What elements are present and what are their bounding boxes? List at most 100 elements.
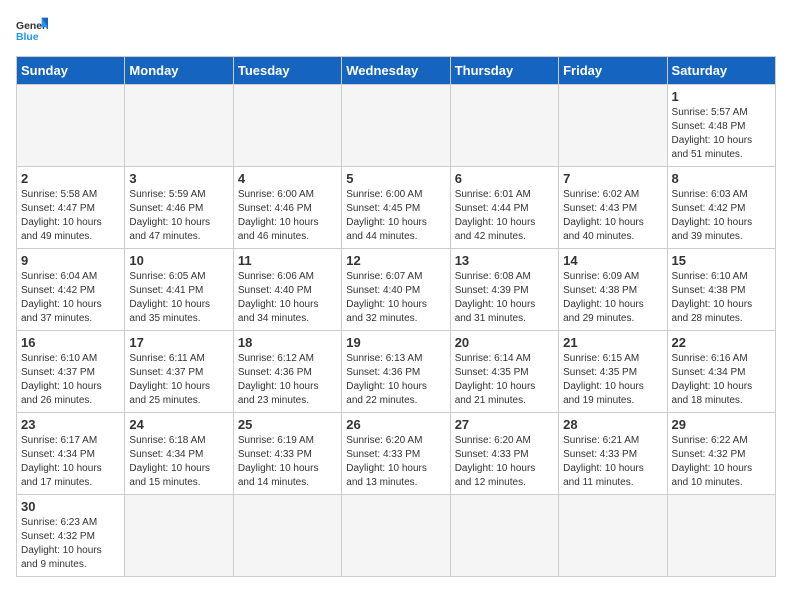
calendar-cell [342, 85, 450, 167]
day-number: 15 [672, 253, 771, 268]
day-number: 9 [21, 253, 120, 268]
calendar-cell: 27 Sunrise: 6:20 AM Sunset: 4:33 PM Dayli… [450, 413, 558, 495]
day-info: Sunrise: 6:19 AM Sunset: 4:33 PM Dayligh… [238, 434, 337, 490]
calendar-cell: 25 Sunrise: 6:19 AM Sunset: 4:33 PM Dayli… [233, 413, 341, 495]
day-number: 5 [346, 171, 445, 186]
calendar-cell [450, 495, 558, 577]
day-info: Sunrise: 6:03 AM Sunset: 4:42 PM Dayligh… [672, 188, 771, 244]
calendar-cell: 7 Sunrise: 6:02 AM Sunset: 4:43 PM Daylig… [559, 167, 667, 249]
calendar-cell: 17 Sunrise: 6:11 AM Sunset: 4:37 PM Dayli… [125, 331, 233, 413]
calendar-cell [233, 495, 341, 577]
calendar-cell: 12 Sunrise: 6:07 AM Sunset: 4:40 PM Dayli… [342, 249, 450, 331]
day-number: 14 [563, 253, 662, 268]
calendar-table: SundayMondayTuesdayWednesdayThursdayFrid… [16, 56, 776, 577]
day-number: 12 [346, 253, 445, 268]
day-info: Sunrise: 6:00 AM Sunset: 4:46 PM Dayligh… [238, 188, 337, 244]
day-info: Sunrise: 6:02 AM Sunset: 4:43 PM Dayligh… [563, 188, 662, 244]
day-info: Sunrise: 6:07 AM Sunset: 4:40 PM Dayligh… [346, 270, 445, 326]
calendar-week-2: 2Sunrise: 5:58 AM Sunset: 4:47 PM Daylig… [17, 167, 776, 249]
day-number: 7 [563, 171, 662, 186]
day-info: Sunrise: 6:20 AM Sunset: 4:33 PM Dayligh… [455, 434, 554, 490]
day-info: Sunrise: 6:10 AM Sunset: 4:38 PM Dayligh… [672, 270, 771, 326]
day-number: 23 [21, 417, 120, 432]
day-info: Sunrise: 6:20 AM Sunset: 4:33 PM Dayligh… [346, 434, 445, 490]
day-headers-row: SundayMondayTuesdayWednesdayThursdayFrid… [17, 57, 776, 85]
day-number: 1 [672, 89, 771, 104]
calendar-cell: 23 Sunrise: 6:17 AM Sunset: 4:34 PM Dayli… [17, 413, 125, 495]
calendar-cell: 22 Sunrise: 6:16 AM Sunset: 4:34 PM Dayli… [667, 331, 775, 413]
logo: General Blue [16, 16, 48, 44]
calendar-cell [125, 495, 233, 577]
day-number: 20 [455, 335, 554, 350]
calendar-week-5: 23 Sunrise: 6:17 AM Sunset: 4:34 PM Dayli… [17, 413, 776, 495]
calendar-cell: 30 Sunrise: 6:23 AM Sunset: 4:32 PM Dayli… [17, 495, 125, 577]
day-header-tuesday: Tuesday [233, 57, 341, 85]
day-number: 21 [563, 335, 662, 350]
day-number: 10 [129, 253, 228, 268]
day-info: Sunrise: 6:18 AM Sunset: 4:34 PM Dayligh… [129, 434, 228, 490]
calendar-cell [17, 85, 125, 167]
day-info: Sunrise: 6:12 AM Sunset: 4:36 PM Dayligh… [238, 352, 337, 408]
day-header-saturday: Saturday [667, 57, 775, 85]
day-number: 3 [129, 171, 228, 186]
day-number: 26 [346, 417, 445, 432]
day-info: Sunrise: 6:21 AM Sunset: 4:33 PM Dayligh… [563, 434, 662, 490]
calendar-week-3: 9Sunrise: 6:04 AM Sunset: 4:42 PM Daylig… [17, 249, 776, 331]
day-number: 25 [238, 417, 337, 432]
day-info: Sunrise: 5:57 AM Sunset: 4:48 PM Dayligh… [672, 106, 771, 162]
day-info: Sunrise: 6:22 AM Sunset: 4:32 PM Dayligh… [672, 434, 771, 490]
calendar-cell: 3Sunrise: 5:59 AM Sunset: 4:46 PM Daylig… [125, 167, 233, 249]
day-number: 8 [672, 171, 771, 186]
calendar-week-4: 16Sunrise: 6:10 AM Sunset: 4:37 PM Dayli… [17, 331, 776, 413]
day-info: Sunrise: 6:10 AM Sunset: 4:37 PM Dayligh… [21, 352, 120, 408]
day-info: Sunrise: 6:17 AM Sunset: 4:34 PM Dayligh… [21, 434, 120, 490]
day-number: 30 [21, 499, 120, 514]
calendar-cell: 14 Sunrise: 6:09 AM Sunset: 4:38 PM Dayli… [559, 249, 667, 331]
calendar-cell [450, 85, 558, 167]
day-header-wednesday: Wednesday [342, 57, 450, 85]
day-number: 29 [672, 417, 771, 432]
calendar-week-1: 1 Sunrise: 5:57 AM Sunset: 4:48 PM Daylig… [17, 85, 776, 167]
day-info: Sunrise: 6:23 AM Sunset: 4:32 PM Dayligh… [21, 516, 120, 572]
calendar-cell: 1 Sunrise: 5:57 AM Sunset: 4:48 PM Daylig… [667, 85, 775, 167]
calendar-cell: 29 Sunrise: 6:22 AM Sunset: 4:32 PM Dayli… [667, 413, 775, 495]
calendar-cell: 18Sunrise: 6:12 AM Sunset: 4:36 PM Dayli… [233, 331, 341, 413]
day-info: Sunrise: 6:11 AM Sunset: 4:37 PM Dayligh… [129, 352, 228, 408]
day-info: Sunrise: 6:15 AM Sunset: 4:35 PM Dayligh… [563, 352, 662, 408]
page-header: General Blue [16, 16, 776, 44]
calendar-cell [667, 495, 775, 577]
calendar-cell: 16Sunrise: 6:10 AM Sunset: 4:37 PM Dayli… [17, 331, 125, 413]
calendar-cell: 13 Sunrise: 6:08 AM Sunset: 4:39 PM Dayli… [450, 249, 558, 331]
day-number: 11 [238, 253, 337, 268]
calendar-cell: 24Sunrise: 6:18 AM Sunset: 4:34 PM Dayli… [125, 413, 233, 495]
day-header-sunday: Sunday [17, 57, 125, 85]
calendar-cell [125, 85, 233, 167]
day-header-friday: Friday [559, 57, 667, 85]
calendar-cell: 20Sunrise: 6:14 AM Sunset: 4:35 PM Dayli… [450, 331, 558, 413]
calendar-cell: 9Sunrise: 6:04 AM Sunset: 4:42 PM Daylig… [17, 249, 125, 331]
day-number: 6 [455, 171, 554, 186]
day-info: Sunrise: 6:09 AM Sunset: 4:38 PM Dayligh… [563, 270, 662, 326]
day-info: Sunrise: 6:05 AM Sunset: 4:41 PM Dayligh… [129, 270, 228, 326]
day-number: 13 [455, 253, 554, 268]
calendar-cell: 11Sunrise: 6:06 AM Sunset: 4:40 PM Dayli… [233, 249, 341, 331]
day-number: 19 [346, 335, 445, 350]
calendar-week-6: 30 Sunrise: 6:23 AM Sunset: 4:32 PM Dayli… [17, 495, 776, 577]
day-number: 22 [672, 335, 771, 350]
day-number: 28 [563, 417, 662, 432]
day-info: Sunrise: 6:16 AM Sunset: 4:34 PM Dayligh… [672, 352, 771, 408]
calendar-cell: 8 Sunrise: 6:03 AM Sunset: 4:42 PM Daylig… [667, 167, 775, 249]
calendar-cell: 15 Sunrise: 6:10 AM Sunset: 4:38 PM Dayli… [667, 249, 775, 331]
calendar-cell: 2Sunrise: 5:58 AM Sunset: 4:47 PM Daylig… [17, 167, 125, 249]
day-info: Sunrise: 6:08 AM Sunset: 4:39 PM Dayligh… [455, 270, 554, 326]
day-info: Sunrise: 5:58 AM Sunset: 4:47 PM Dayligh… [21, 188, 120, 244]
day-header-monday: Monday [125, 57, 233, 85]
day-number: 17 [129, 335, 228, 350]
svg-text:Blue: Blue [16, 32, 39, 43]
day-number: 27 [455, 417, 554, 432]
calendar-cell [233, 85, 341, 167]
calendar-cell: 10 Sunrise: 6:05 AM Sunset: 4:41 PM Dayli… [125, 249, 233, 331]
calendar-cell [342, 495, 450, 577]
calendar-cell: 21 Sunrise: 6:15 AM Sunset: 4:35 PM Dayli… [559, 331, 667, 413]
calendar-cell [559, 85, 667, 167]
